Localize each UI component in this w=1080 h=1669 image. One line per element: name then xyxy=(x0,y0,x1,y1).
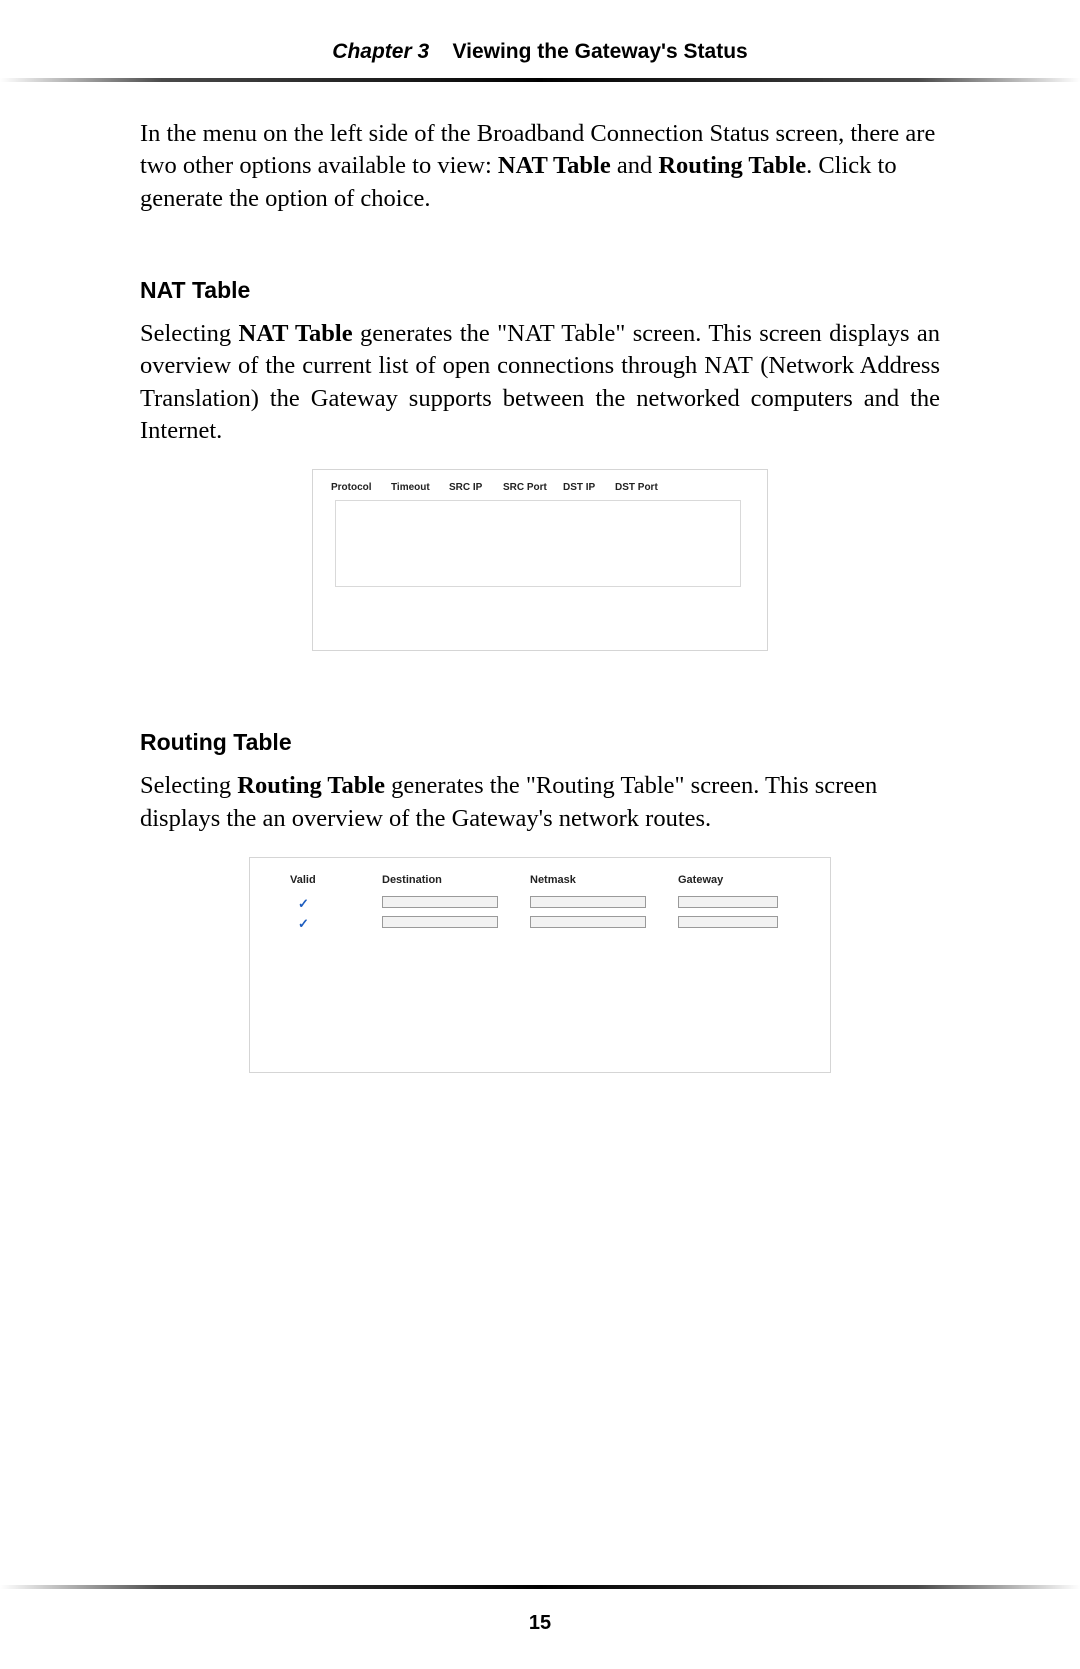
routing-cell-destination xyxy=(382,916,530,931)
routing-cell-gateway xyxy=(678,896,786,911)
routing-cell-netmask xyxy=(530,896,678,911)
nat-bold: NAT Table xyxy=(239,320,353,347)
routing-col-valid: Valid xyxy=(290,874,382,886)
routing-cell-gateway xyxy=(678,916,786,931)
running-header: Chapter 3 Viewing the Gateway's Status xyxy=(0,0,1080,64)
cell-box xyxy=(678,896,778,908)
nat-table-body-empty xyxy=(335,500,741,587)
chapter-label: Chapter 3 xyxy=(332,40,429,63)
routing-col-destination: Destination xyxy=(382,874,530,886)
nat-col-dstport: DST Port xyxy=(615,482,671,493)
intro-bold-routing: Routing Table xyxy=(658,152,806,179)
routing-table-row: ✓ xyxy=(290,914,808,934)
cell-box xyxy=(678,916,778,928)
nat-table-panel: Protocol Timeout SRC IP SRC Port DST IP … xyxy=(312,469,768,651)
nat-smallcaps-nat: NAT xyxy=(704,352,753,379)
routing-table-panel: Valid Destination Netmask Gateway ✓ ✓ xyxy=(249,857,831,1073)
routing-cell-destination xyxy=(382,896,530,911)
routing-col-netmask: Netmask xyxy=(530,874,678,886)
footer-rule xyxy=(0,1585,1080,1589)
routing-table-row: ✓ xyxy=(290,894,808,914)
check-icon: ✓ xyxy=(290,896,382,912)
nat-col-srcip: SRC IP xyxy=(449,482,503,493)
routing-bold: Routing Table xyxy=(237,772,385,799)
intro-bold-nat: NAT Table xyxy=(498,152,611,179)
routing-paragraph: Selecting Routing Table generates the "R… xyxy=(140,770,940,835)
nat-col-srcport: SRC Port xyxy=(503,482,563,493)
page-content: In the menu on the left side of the Broa… xyxy=(140,82,940,1073)
nat-heading: NAT Table xyxy=(140,277,940,304)
nat-table-header-row: Protocol Timeout SRC IP SRC Port DST IP … xyxy=(313,470,767,497)
nat-col-timeout: Timeout xyxy=(391,482,449,493)
routing-text-a: Selecting xyxy=(140,772,237,799)
nat-paragraph: Selecting NAT Table generates the "NAT T… xyxy=(140,318,940,447)
routing-cell-netmask xyxy=(530,916,678,931)
routing-col-gateway: Gateway xyxy=(678,874,786,886)
cell-box xyxy=(382,896,498,908)
cell-box xyxy=(530,916,646,928)
cell-box xyxy=(530,896,646,908)
intro-paragraph: In the menu on the left side of the Broa… xyxy=(140,118,940,215)
chapter-title: Viewing the Gateway's Status xyxy=(453,40,748,63)
page-number: 15 xyxy=(0,1612,1080,1635)
routing-table-header-row: Valid Destination Netmask Gateway xyxy=(290,870,808,890)
document-page: Chapter 3 Viewing the Gateway's Status I… xyxy=(0,0,1080,1669)
nat-text-a: Selecting xyxy=(140,320,239,347)
nat-col-protocol: Protocol xyxy=(331,482,391,493)
intro-text-2: and xyxy=(611,152,659,179)
routing-heading: Routing Table xyxy=(140,729,940,756)
cell-box xyxy=(382,916,498,928)
nat-col-dstip: DST IP xyxy=(563,482,615,493)
check-icon: ✓ xyxy=(290,916,382,932)
